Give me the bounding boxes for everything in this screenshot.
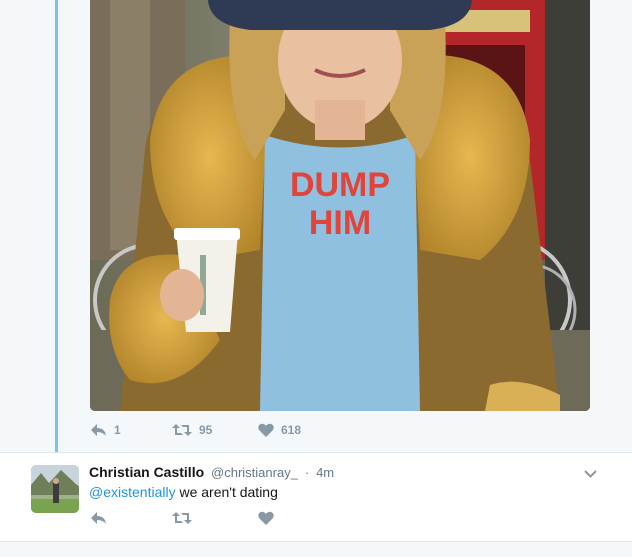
reply-tweet-actions [90, 511, 274, 525]
chevron-down-icon [584, 470, 597, 478]
shirt-text-line1: DUMP [290, 166, 390, 204]
like-icon [258, 511, 274, 525]
author-name[interactable]: Christian Castillo [89, 464, 204, 480]
retweet-icon [172, 424, 192, 436]
reply-button[interactable]: 1 [90, 423, 172, 437]
reply-tweet-body: we aren't dating [175, 484, 278, 500]
more-options-button[interactable] [584, 465, 597, 483]
reply-icon [91, 512, 106, 524]
avatar-image [31, 465, 79, 513]
reply-tweet[interactable]: Christian Castillo @christianray_ · 4m @… [0, 452, 632, 542]
retweet-count: 95 [199, 423, 213, 437]
reply-icon [91, 424, 106, 436]
tweet-photo[interactable]: DUMP HIM [90, 0, 590, 411]
reply-button[interactable] [90, 511, 172, 525]
timestamp[interactable]: 4m [316, 465, 334, 480]
like-count: 618 [281, 423, 302, 437]
tweet-photo-illustration: DUMP HIM [90, 0, 590, 411]
conversation-thread-line [55, 0, 58, 470]
header-separator: · [304, 465, 310, 480]
retweet-button[interactable]: 95 [172, 423, 258, 437]
mention-link[interactable]: @existentially [89, 484, 176, 500]
like-button[interactable]: 618 [258, 423, 301, 437]
avatar[interactable] [31, 465, 79, 513]
retweet-button[interactable] [172, 511, 258, 525]
reply-count: 1 [114, 423, 121, 437]
main-tweet-actions: 1 95 618 [90, 423, 301, 437]
author-handle[interactable]: @christianray_ [211, 465, 298, 480]
reply-tweet-header: Christian Castillo @christianray_ · 4m [89, 464, 334, 480]
timeline-separator [0, 541, 632, 557]
like-button[interactable] [258, 511, 274, 525]
reply-tweet-text: @existentially we aren't dating [89, 484, 278, 500]
shirt-text-line2: HIM [309, 204, 371, 242]
retweet-icon [172, 512, 192, 524]
like-icon [258, 423, 274, 437]
